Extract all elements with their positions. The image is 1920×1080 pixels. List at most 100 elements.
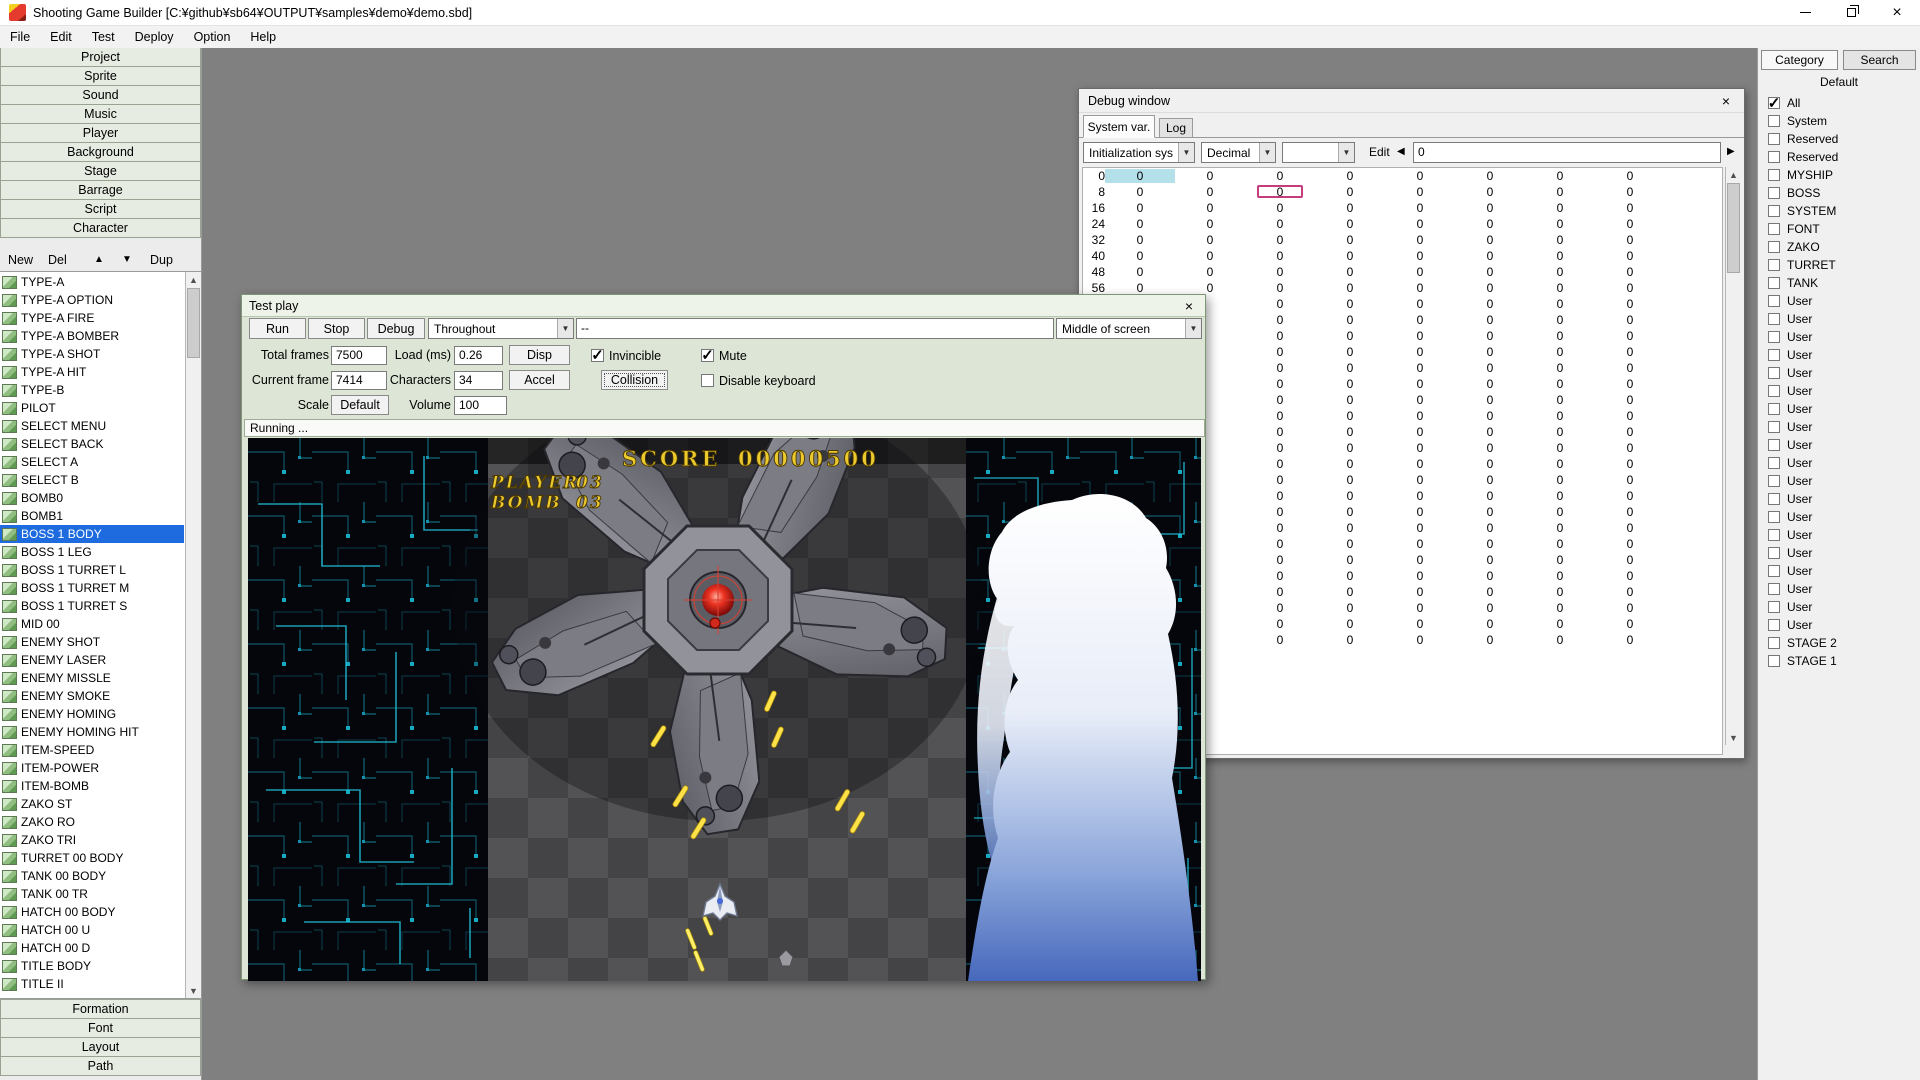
sprite-list-item[interactable]: PILOT (0, 399, 184, 417)
menu-item-deploy[interactable]: Deploy (125, 26, 184, 48)
debug-cell[interactable]: 0 (1385, 537, 1455, 551)
debug-cell[interactable]: 0 (1595, 441, 1665, 455)
debug-cell[interactable]: 0 (1245, 185, 1315, 199)
debug-cell[interactable]: 0 (1525, 233, 1595, 247)
sprite-list-item[interactable]: TYPE-A (0, 273, 184, 291)
minimize-button[interactable] (1782, 0, 1828, 25)
debug-cell[interactable]: 0 (1245, 409, 1315, 423)
category-filter-row[interactable]: User (1758, 616, 1920, 634)
debug-cell[interactable]: 0 (1595, 601, 1665, 615)
debug-cell[interactable]: 0 (1455, 585, 1525, 599)
category-filter-row[interactable]: ✓All (1758, 94, 1920, 112)
load-ms-field[interactable]: 0.26 (454, 346, 503, 365)
debug-cell[interactable]: 0 (1595, 297, 1665, 311)
volume-field[interactable]: 100 (454, 396, 507, 415)
category-filter-row[interactable]: User (1758, 418, 1920, 436)
debug-cell[interactable]: 0 (1525, 569, 1595, 583)
debug-cell[interactable]: 0 (1385, 281, 1455, 295)
debug-cell[interactable]: 0 (1385, 425, 1455, 439)
debug-cell[interactable]: 0 (1315, 457, 1385, 471)
sprite-list-item[interactable]: ENEMY SHOT (0, 633, 184, 651)
sprite-list-item[interactable]: BOMB1 (0, 507, 184, 525)
sprite-list-item[interactable]: ZAKO TRI (0, 831, 184, 849)
debug-cell[interactable]: 0 (1455, 281, 1525, 295)
debug-cell[interactable]: 0 (1105, 249, 1175, 263)
debug-cell[interactable]: 0 (1455, 633, 1525, 647)
panel-button-formation[interactable]: Formation (0, 999, 201, 1019)
tab-log[interactable]: Log (1159, 118, 1193, 138)
debug-cell[interactable]: 0 (1315, 201, 1385, 215)
debug-cell[interactable]: 0 (1315, 249, 1385, 263)
debug-cell[interactable]: 0 (1455, 249, 1525, 263)
debug-cell[interactable]: 0 (1455, 393, 1525, 407)
debug-cell[interactable]: 0 (1385, 297, 1455, 311)
sprite-list-item[interactable]: ITEM-SPEED (0, 741, 184, 759)
debug-cell[interactable]: 0 (1595, 521, 1665, 535)
debug-cell[interactable]: 0 (1455, 377, 1525, 391)
category-filter-row[interactable]: User (1758, 436, 1920, 454)
debug-cell[interactable]: 0 (1175, 281, 1245, 295)
debug-cell[interactable]: 0 (1595, 377, 1665, 391)
sprite-list-scrollbar[interactable]: ▲ ▼ (185, 272, 201, 998)
debug-cell[interactable]: 0 (1315, 393, 1385, 407)
debug-cell[interactable]: 0 (1385, 633, 1455, 647)
category-filter-row[interactable]: TURRET (1758, 256, 1920, 274)
category-filter-row[interactable]: System (1758, 112, 1920, 130)
category-checkbox[interactable] (1768, 655, 1780, 667)
sprite-list-item[interactable]: HATCH 00 D (0, 939, 184, 957)
accel-button[interactable]: Accel (509, 370, 570, 390)
scale-default-button[interactable]: Default (331, 395, 389, 415)
sprite-list-item[interactable]: ENEMY MISSLE (0, 669, 184, 687)
category-checkbox[interactable] (1768, 601, 1780, 613)
disable-keyboard-checkbox[interactable] (701, 374, 714, 387)
sprite-list-item[interactable]: HATCH 00 U (0, 921, 184, 939)
debug-cell[interactable]: 0 (1525, 489, 1595, 503)
debug-cell[interactable]: 0 (1245, 601, 1315, 615)
debug-cell[interactable]: 0 (1525, 553, 1595, 567)
category-filter-row[interactable]: User (1758, 292, 1920, 310)
category-filter-row[interactable]: User (1758, 544, 1920, 562)
debug-cell[interactable]: 0 (1245, 361, 1315, 375)
debug-cell[interactable]: 0 (1315, 633, 1385, 647)
debug-cell[interactable]: 0 (1245, 265, 1315, 279)
category-checkbox[interactable] (1768, 367, 1780, 379)
debug-cell[interactable]: 0 (1385, 409, 1455, 423)
debug-cell[interactable]: 0 (1595, 553, 1665, 567)
category-checkbox[interactable] (1768, 223, 1780, 235)
category-checkbox[interactable] (1768, 241, 1780, 253)
debug-cell[interactable]: 0 (1455, 185, 1525, 199)
debug-cell[interactable]: 0 (1245, 345, 1315, 359)
debug-cell[interactable]: 0 (1315, 601, 1385, 615)
debug-cell[interactable]: 0 (1525, 329, 1595, 343)
sprite-list-item[interactable]: ZAKO RO (0, 813, 184, 831)
category-button-stage[interactable]: Stage (0, 161, 201, 181)
category-filter-row[interactable]: User (1758, 526, 1920, 544)
debug-cell[interactable]: 0 (1105, 281, 1175, 295)
sprite-list-item[interactable]: TYPE-A SHOT (0, 345, 184, 363)
category-checkbox[interactable] (1768, 403, 1780, 415)
test-play-close-icon[interactable]: × (1180, 299, 1198, 313)
collision-button[interactable]: Collision (601, 370, 668, 390)
category-filter-row[interactable]: ZAKO (1758, 238, 1920, 256)
category-checkbox[interactable] (1768, 205, 1780, 217)
sprite-list-item[interactable]: ENEMY LASER (0, 651, 184, 669)
debug-cell[interactable]: 0 (1595, 489, 1665, 503)
category-button-background[interactable]: Background (0, 142, 201, 162)
debug-cell[interactable]: 0 (1385, 233, 1455, 247)
category-filter-row[interactable]: User (1758, 580, 1920, 598)
debug-cell[interactable]: 0 (1595, 457, 1665, 471)
debug-cell[interactable]: 0 (1315, 409, 1385, 423)
debug-cell[interactable]: 0 (1455, 233, 1525, 247)
edit-value-field[interactable]: 0 (1413, 142, 1721, 163)
debug-cell[interactable]: 0 (1595, 249, 1665, 263)
debug-cell[interactable]: 0 (1455, 345, 1525, 359)
category-button-player[interactable]: Player (0, 123, 201, 143)
debug-cell[interactable]: 0 (1595, 345, 1665, 359)
dropdown-icon[interactable]: ▼ (1338, 143, 1354, 162)
debug-window-titlebar[interactable]: Debug window × (1079, 89, 1744, 113)
total-frames-field[interactable]: 7500 (331, 346, 387, 365)
debug-cell[interactable]: 0 (1595, 409, 1665, 423)
category-filter-row[interactable]: Reserved (1758, 148, 1920, 166)
debug-cell[interactable]: 0 (1455, 217, 1525, 231)
category-checkbox[interactable] (1768, 493, 1780, 505)
